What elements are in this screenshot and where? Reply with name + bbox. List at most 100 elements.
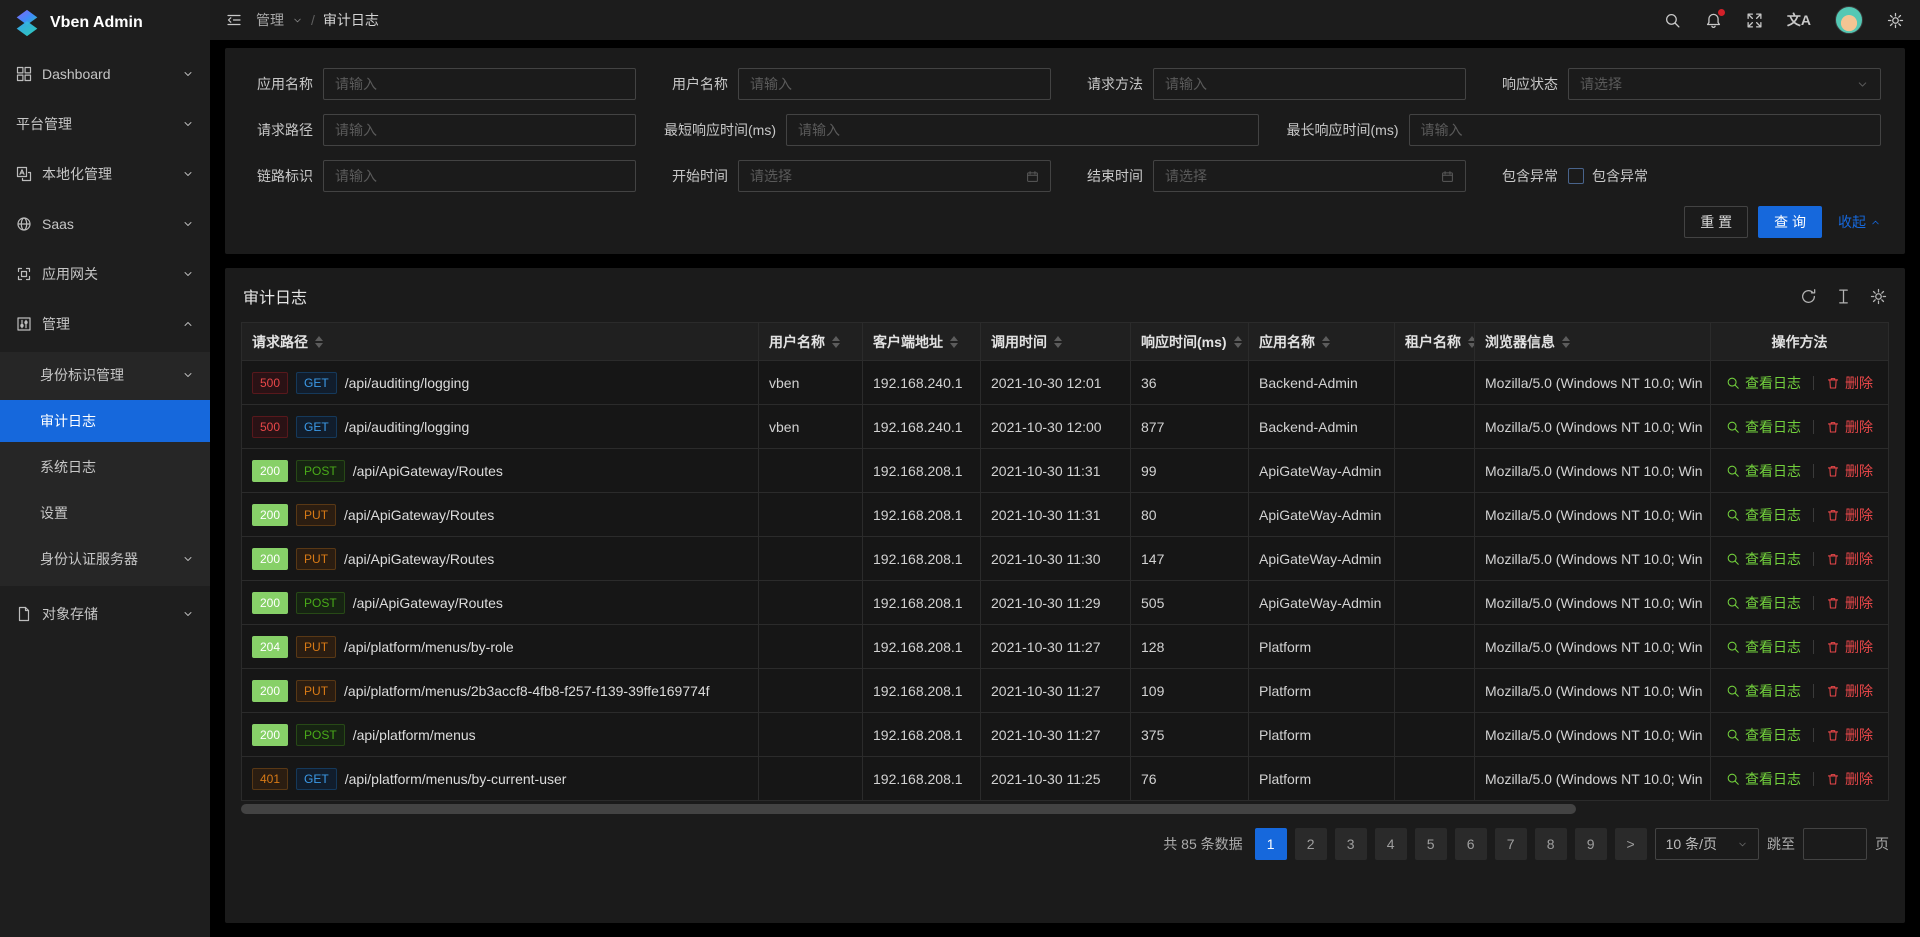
sort-icon[interactable]	[950, 336, 958, 348]
filter-field-trace-id: 链路标识	[249, 160, 636, 192]
sort-icon[interactable]	[1054, 336, 1062, 348]
view-log-button[interactable]: 查看日志	[1726, 549, 1801, 569]
search-icon[interactable]	[1664, 12, 1681, 29]
chevron-down-icon	[292, 15, 303, 26]
print-icon[interactable]	[1835, 288, 1852, 305]
view-log-button[interactable]: 查看日志	[1726, 681, 1801, 701]
sort-icon[interactable]	[1562, 336, 1570, 348]
path-text: /api/ApiGateway/Routes	[353, 463, 503, 479]
cell-user	[759, 449, 863, 493]
min-response-time-input[interactable]	[786, 114, 1259, 146]
cell-actions: 查看日志 删除	[1711, 581, 1889, 625]
sidebar-item-platform-management[interactable]: 平台管理	[0, 102, 210, 146]
user-name-input[interactable]	[738, 68, 1051, 100]
sidebar-item-settings[interactable]: 设置	[0, 492, 210, 534]
status-tag: 200	[252, 460, 288, 482]
jump-page-input[interactable]	[1803, 828, 1867, 860]
view-log-button[interactable]: 查看日志	[1726, 637, 1801, 657]
view-log-icon	[1726, 640, 1740, 654]
delete-button[interactable]: 删除	[1826, 417, 1873, 437]
delete-button[interactable]: 删除	[1826, 593, 1873, 613]
action-divider	[1813, 464, 1814, 478]
sidebar-item-audit-log[interactable]: 审计日志	[0, 400, 210, 442]
app-logo[interactable]: Vben Admin	[0, 0, 210, 46]
jump-suffix: 页	[1875, 834, 1889, 854]
view-log-button[interactable]: 查看日志	[1726, 461, 1801, 481]
cell-browser: Mozilla/5.0 (Windows NT 10.0; Win	[1475, 493, 1711, 537]
view-log-icon	[1726, 772, 1740, 786]
page-button-9[interactable]: 9	[1575, 828, 1607, 860]
sidebar-item-localization-management[interactable]: 本地化管理	[0, 152, 210, 196]
refresh-icon[interactable]	[1800, 288, 1817, 305]
column-settings-icon[interactable]	[1870, 288, 1887, 305]
page-button-7[interactable]: 7	[1495, 828, 1527, 860]
sort-icon[interactable]	[315, 336, 323, 348]
view-log-button[interactable]: 查看日志	[1726, 725, 1801, 745]
sidebar-item-management[interactable]: 管理	[0, 302, 210, 346]
settings-gear-icon[interactable]	[1887, 12, 1904, 29]
view-log-button[interactable]: 查看日志	[1726, 505, 1801, 525]
page-button-8[interactable]: 8	[1535, 828, 1567, 860]
sidebar-item-dashboard[interactable]: Dashboard	[0, 52, 210, 96]
column-label: 操作方法	[1772, 332, 1828, 352]
page-button-1[interactable]: 1	[1255, 828, 1287, 860]
page-button-6[interactable]: 6	[1455, 828, 1487, 860]
view-log-button[interactable]: 查看日志	[1726, 373, 1801, 393]
request-path-input[interactable]	[323, 114, 636, 146]
delete-button[interactable]: 删除	[1826, 769, 1873, 789]
translate-icon[interactable]: 文A	[1787, 10, 1811, 30]
app-name-input[interactable]	[323, 68, 636, 100]
column-label: 客户端地址	[873, 332, 943, 352]
menu-fold-icon[interactable]	[226, 12, 242, 28]
cell-app-name: ApiGateWay-Admin	[1249, 493, 1395, 537]
sidebar-item-auth-server[interactable]: 身份认证服务器	[0, 538, 210, 580]
view-log-button[interactable]: 查看日志	[1726, 769, 1801, 789]
horizontal-scrollbar-thumb[interactable]	[241, 804, 1576, 814]
page-button-5[interactable]: 5	[1415, 828, 1447, 860]
breadcrumb-section[interactable]: 管理	[256, 10, 284, 30]
delete-button[interactable]: 删除	[1826, 637, 1873, 657]
end-time-date-picker[interactable]: 请选择	[1153, 160, 1466, 192]
cell-actions: 查看日志 删除	[1711, 493, 1889, 537]
cell-actions: 查看日志 删除	[1711, 537, 1889, 581]
delete-button[interactable]: 删除	[1826, 549, 1873, 569]
view-log-button[interactable]: 查看日志	[1726, 593, 1801, 613]
sidebar-item-object-storage[interactable]: 对象存储	[0, 592, 210, 636]
delete-button[interactable]: 删除	[1826, 461, 1873, 481]
start-time-date-picker[interactable]: 请选择	[738, 160, 1051, 192]
view-log-label: 查看日志	[1745, 769, 1801, 789]
cell-tenant	[1395, 669, 1475, 713]
filter-field-response-status: 响应状态请选择	[1494, 68, 1881, 100]
request-method-input[interactable]	[1153, 68, 1466, 100]
sidebar-item-app-gateway[interactable]: 应用网关	[0, 252, 210, 296]
search-button[interactable]: 查 询	[1758, 206, 1822, 238]
sidebar-item-identity-management[interactable]: 身份标识管理	[0, 354, 210, 396]
response-status-select[interactable]: 请选择	[1568, 68, 1881, 100]
reset-button[interactable]: 重 置	[1684, 206, 1748, 238]
page-button-4[interactable]: 4	[1375, 828, 1407, 860]
notifications-button[interactable]	[1705, 12, 1722, 29]
delete-button[interactable]: 删除	[1826, 505, 1873, 525]
sort-icon[interactable]	[1234, 336, 1242, 348]
sidebar-item-saas[interactable]: Saas	[0, 202, 210, 246]
cell-request-path: 200PUT/api/ApiGateway/Routes	[242, 537, 759, 581]
has-exception-checkbox[interactable]	[1568, 168, 1584, 184]
page-button-2[interactable]: 2	[1295, 828, 1327, 860]
trace-id-input[interactable]	[323, 160, 636, 192]
page-size-select[interactable]: 10 条/页	[1655, 828, 1759, 860]
delete-button[interactable]: 删除	[1826, 725, 1873, 745]
delete-button[interactable]: 删除	[1826, 681, 1873, 701]
sidebar-item-label: 审计日志	[40, 411, 194, 431]
sort-icon[interactable]	[1468, 336, 1475, 348]
max-response-time-input[interactable]	[1409, 114, 1882, 146]
delete-button[interactable]: 删除	[1826, 373, 1873, 393]
sort-icon[interactable]	[832, 336, 840, 348]
fullscreen-icon[interactable]	[1746, 12, 1763, 29]
avatar[interactable]	[1835, 6, 1863, 34]
page-button-3[interactable]: 3	[1335, 828, 1367, 860]
sidebar-item-system-log[interactable]: 系统日志	[0, 446, 210, 488]
view-log-button[interactable]: 查看日志	[1726, 417, 1801, 437]
collapse-link[interactable]: 收起	[1838, 212, 1881, 232]
next-page-button[interactable]: >	[1615, 828, 1647, 860]
sort-icon[interactable]	[1322, 336, 1330, 348]
